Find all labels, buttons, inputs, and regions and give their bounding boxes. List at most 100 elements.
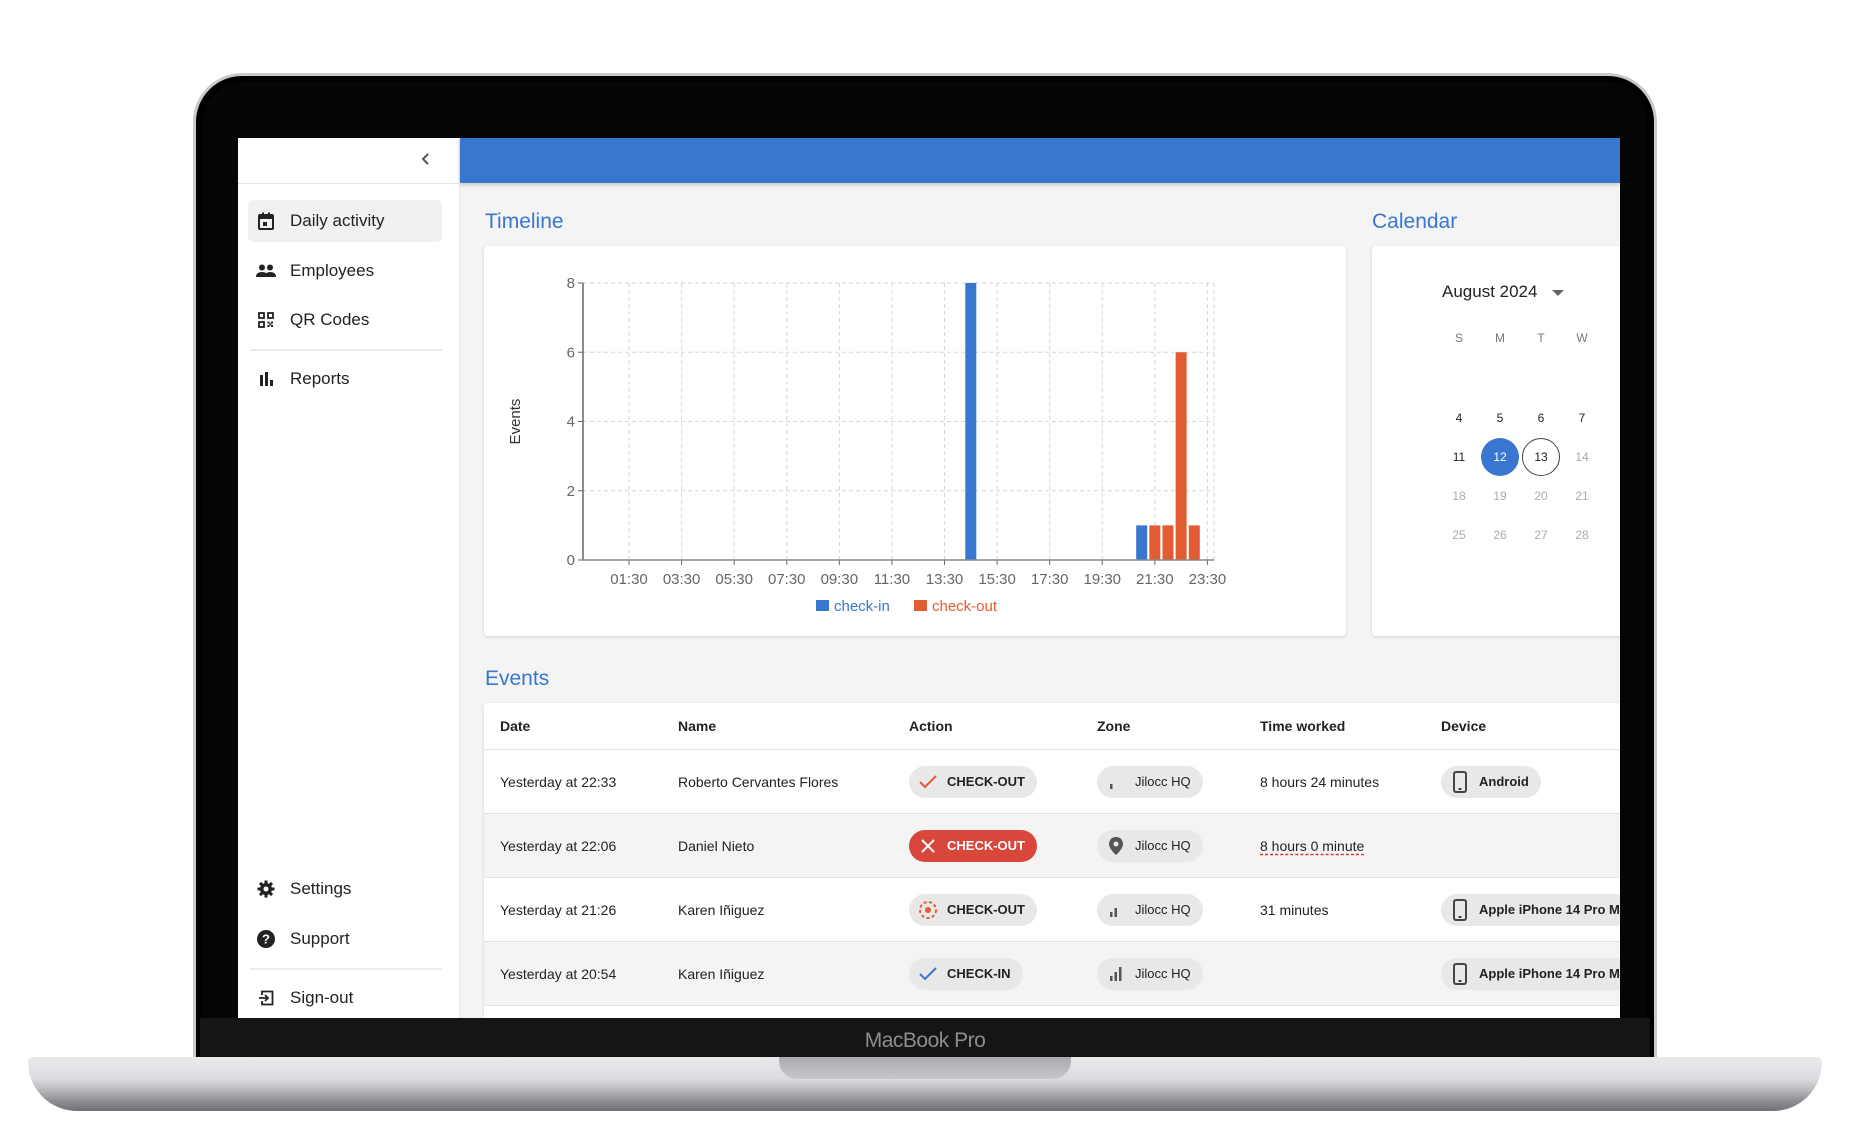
qr-code-icon [256,310,276,330]
zone-chip[interactable]: Jilocc HQ [1097,765,1203,798]
calendar-weekday: M [1495,331,1505,345]
app-screen: Daily activity Employees QR Codes Report… [238,138,1620,1018]
y-axis-label: Events [507,399,524,445]
time-worked-value: 31 minutes [1260,901,1329,918]
sidebar-item-qr-codes[interactable]: QR Codes [248,299,442,341]
zone-label: Jilocc HQ [1135,838,1191,853]
cell-time-worked: 31 minutes [1260,878,1328,941]
events-table: Date Name Action Zone Time worked Device… [484,703,1620,1018]
calendar-title: Calendar [1372,210,1458,233]
action-chip[interactable]: CHECK-OUT [909,765,1037,798]
calendar-day[interactable]: 11 [1440,438,1478,476]
sidebar-divider [250,349,442,351]
check-icon [917,963,939,985]
calendar-day[interactable]: 19 [1481,477,1519,515]
calendar-day[interactable]: 6 [1522,399,1560,437]
calendar-day[interactable]: 7 [1563,399,1601,437]
caret-down-icon[interactable] [1552,290,1564,296]
calendar-day[interactable]: 25 [1440,516,1478,554]
sidebar-item-label: Daily activity [290,211,385,230]
calendar-day[interactable]: 20 [1522,477,1560,515]
sidebar-item-reports[interactable]: Reports [248,358,442,400]
sidebar-header [238,138,459,184]
device-label: MacBook Pro [864,1029,986,1052]
sidebar-item-sign-out[interactable]: Sign-out [248,977,442,1018]
device-label: Apple iPhone 14 Pro M [1479,966,1620,981]
x-tick-label: 03:30 [663,571,701,588]
cell-time-worked: 8 hours 24 minutes [1260,750,1379,813]
sidebar-item-label: Settings [290,879,352,898]
calendar-day[interactable]: 5 [1481,399,1519,437]
zone-chip[interactable]: Jilocc HQ [1097,829,1203,862]
cell-name: Roberto Cervantes Flores [678,773,839,790]
help-icon: ? [256,929,276,949]
sidebar-item-label: Reports [290,369,350,388]
cell-zone: Jilocc HQ [1097,942,1203,1005]
calendar-month-label[interactable]: August 2024 [1442,282,1537,302]
chevron-left-icon[interactable] [415,149,437,171]
legend-swatch-check-out [914,600,927,611]
cell-zone: Jilocc HQ [1097,814,1203,877]
calendar-day-selected[interactable]: 12 [1481,438,1519,476]
device-chip[interactable]: Apple iPhone 14 Pro M [1441,957,1620,990]
action-chip[interactable]: CHECK-OUT [909,893,1037,926]
device-chip[interactable]: Apple iPhone 14 Pro M [1441,893,1620,926]
calendar-card: August 2024 S M T W 4 5 6 7 11 12 13 14 18 19 20 21 25 26… [1372,246,1620,636]
calendar-day[interactable]: 18 [1440,477,1478,515]
sidebar-item-settings[interactable]: Settings [248,868,442,910]
sidebar-item-employees[interactable]: Employees [248,250,442,292]
table-row[interactable]: Yesterday at 20:54 Karen Iñiguez CHECK-IN J… [484,941,1620,1005]
sidebar-divider [250,968,442,970]
signal-strong-icon [1105,963,1127,985]
calendar-day[interactable]: 28 [1563,516,1601,554]
legend-label-check-in: check-in [834,598,890,615]
bar-check-in [1136,525,1148,560]
close-icon [917,835,939,857]
action-chip[interactable]: CHECK-OUT [909,829,1037,862]
table-row[interactable]: Yesterday at 21:26 Karen Iñiguez CHECK-OUT… [484,877,1620,941]
cell-action: CHECK-IN [909,942,1023,1005]
cell-time-worked: 8 hours 0 minute [1260,814,1364,877]
cell-zone: Jilocc HQ [1097,878,1203,941]
calendar-day[interactable]: 4 [1440,399,1478,437]
sidebar-item-support[interactable]: ? Support [248,918,442,960]
calendar-weekday: T [1537,331,1545,345]
calendar-day[interactable]: 27 [1522,516,1560,554]
cell-zone: Jilocc HQ [1097,750,1203,813]
calendar-day[interactable]: 14 [1563,438,1601,476]
calendar-weekday: S [1454,331,1463,345]
x-tick-label: 19:30 [1083,571,1121,588]
timeline-title: Timeline [485,210,564,233]
zone-chip[interactable]: Jilocc HQ [1097,893,1203,926]
zone-label: Jilocc HQ [1135,966,1191,981]
y-tick-label: 0 [567,552,575,569]
calendar-day[interactable]: 26 [1481,516,1519,554]
column-header-zone[interactable]: Zone [1097,703,1130,749]
timeline-chart: 0 2 4 6 8 01:30 03:30 05:30 07:30 09:30 11:30 13:30… [507,275,1226,615]
x-tick-label: 11:30 [874,571,910,588]
device-chip[interactable]: Android [1441,765,1541,798]
zone-chip[interactable]: Jilocc HQ [1097,957,1203,990]
cell-name: Karen Iñiguez [678,901,765,918]
timeline-card: 0 2 4 6 8 01:30 03:30 05:30 07:30 09:30 11:30 13:30… [484,246,1346,636]
action-chip[interactable]: CHECK-IN [909,957,1023,990]
cell-device: Apple iPhone 14 Pro M [1441,878,1620,941]
bar-check-in [965,283,977,560]
cell-date: Yesterday at 22:06 [500,837,617,854]
x-tick-label: 07:30 [768,571,806,588]
calendar-day-today[interactable]: 13 [1522,438,1560,476]
cell-name: Karen Iñiguez [678,965,765,982]
column-header-action[interactable]: Action [909,703,953,749]
events-title: Events [485,667,550,690]
column-header-date[interactable]: Date [500,703,530,749]
column-header-name[interactable]: Name [678,703,716,749]
column-header-device[interactable]: Device [1441,703,1486,749]
table-row[interactable]: Yesterday at 22:33 Roberto Cervantes Flor… [484,749,1620,813]
calendar-day[interactable]: 21 [1563,477,1601,515]
target-dashed-icon [917,899,939,921]
y-tick-label: 6 [567,344,575,361]
sidebar-item-daily-activity[interactable]: Daily activity [248,200,442,242]
column-header-time-worked[interactable]: Time worked [1260,703,1345,749]
device-label: Android [1479,774,1529,789]
table-row[interactable]: Yesterday at 22:06 Daniel Nieto CHECK-OUT J… [484,813,1620,877]
